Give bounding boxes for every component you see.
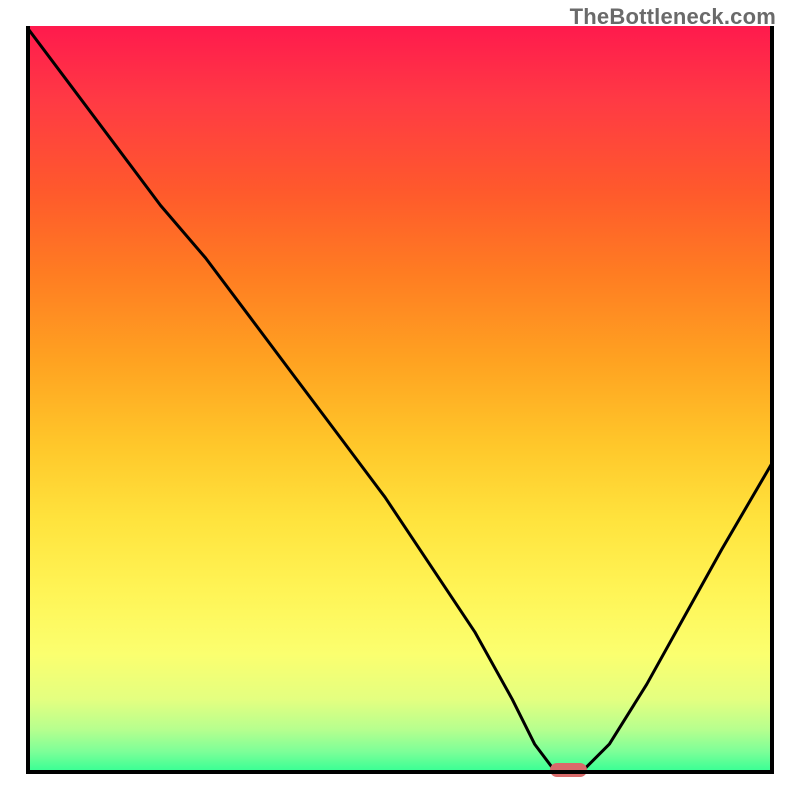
chart-container: TheBottleneck.com [0,0,800,800]
plot-gradient-background [26,26,774,774]
optimal-point-marker [550,763,587,778]
